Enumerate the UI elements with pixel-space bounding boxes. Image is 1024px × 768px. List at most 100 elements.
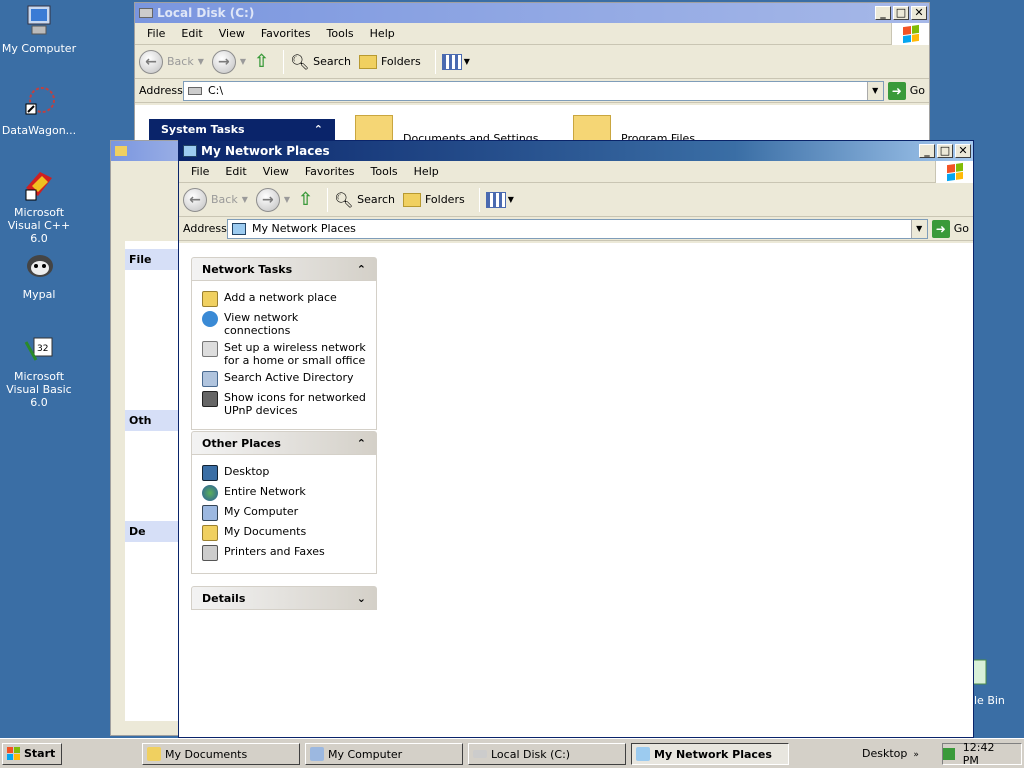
close-button[interactable]: ✕ (911, 6, 927, 20)
maximize-button[interactable]: □ (893, 6, 909, 20)
menu-view[interactable]: View (255, 165, 297, 178)
collapse-chevron-icon[interactable]: ⌃ (357, 263, 366, 276)
address-label: Address (183, 222, 227, 235)
menu-edit[interactable]: Edit (173, 27, 210, 40)
details-header[interactable]: Details ⌄ (191, 586, 377, 610)
taskbar-button-local-disk[interactable]: Local Disk (C:) (468, 743, 626, 765)
forward-arrow-icon: → (211, 49, 236, 74)
address-dropdown-button[interactable]: ▼ (910, 219, 927, 238)
my-network-places-window[interactable]: My Network Places _ □ ✕ File Edit View F… (178, 140, 974, 738)
start-label: Start (24, 747, 56, 760)
maximize-button[interactable]: □ (937, 144, 953, 158)
network-tasks-header[interactable]: Network Tasks ⌃ (191, 257, 377, 281)
toolbar-separator (434, 49, 436, 74)
desktop-icon-visual-cpp[interactable]: Microsoft Visual C++ 6.0 (0, 168, 78, 245)
views-button[interactable]: ▼ (485, 191, 514, 208)
desktop-icon-label: Microsoft Visual C++ 6.0 (7, 206, 71, 245)
go-label: Go (909, 84, 925, 97)
taskbar-button-my-network-places[interactable]: My Network Places (631, 743, 789, 765)
clock[interactable]: 12:42 PM (963, 741, 1013, 767)
place-my-documents[interactable]: My Documents (202, 525, 366, 541)
task-setup-wireless[interactable]: Set up a wireless network for a home or … (202, 341, 366, 367)
minimize-button[interactable]: _ (919, 144, 935, 158)
go-button[interactable]: ➜ Go (931, 219, 969, 238)
task-show-upnp-icons[interactable]: Show icons for networked UPnP devices (202, 391, 366, 417)
system-tasks-header[interactable]: System Tasks ⌃ (149, 119, 335, 141)
back-label: Back (211, 193, 238, 206)
desktop-toolbar[interactable]: Desktop » (862, 747, 919, 760)
folder-icon (147, 747, 161, 761)
back-button[interactable]: ← Back ▼ (139, 49, 204, 74)
back-label: Back (167, 55, 194, 68)
views-button[interactable]: ▼ (441, 53, 470, 70)
taskbar-button-my-documents[interactable]: My Documents (142, 743, 300, 765)
computer-icon (310, 747, 324, 761)
place-label: My Documents (224, 525, 307, 538)
system-tasks-label: System Tasks (161, 123, 245, 136)
system-tray: 12:42 PM (942, 741, 1022, 767)
address-field[interactable]: My Network Places ▼ (227, 218, 928, 239)
folder-icon (115, 146, 127, 156)
go-button[interactable]: ➜ Go (887, 81, 925, 100)
place-desktop[interactable]: Desktop (202, 465, 366, 481)
place-entire-network[interactable]: Entire Network (202, 485, 366, 501)
desktop-toolbar-label: Desktop (862, 747, 908, 760)
menu-help[interactable]: Help (362, 27, 403, 40)
place-label: Entire Network (224, 485, 306, 498)
address-value: My Network Places (252, 222, 356, 235)
menu-bar: File Edit View Favorites Tools Help (135, 22, 929, 45)
chevron-right-icon[interactable]: » (913, 750, 919, 760)
content-area: Network Tasks ⌃ Add a network place View … (179, 243, 973, 737)
back-button[interactable]: ← Back ▼ (183, 187, 248, 212)
close-button[interactable]: ✕ (955, 144, 971, 158)
search-icon: 🔍︎ (334, 190, 354, 209)
desktop-icon-my-computer[interactable]: My Computer (0, 4, 78, 55)
forward-button[interactable]: → ▼ (255, 187, 290, 212)
desktop-icon-visual-basic[interactable]: 32 Microsoft Visual Basic 6.0 (0, 332, 78, 409)
printer-icon (202, 545, 218, 561)
desktop-icon-datawagon[interactable]: DataWagon... (0, 86, 78, 137)
tray-app-icon[interactable] (943, 748, 955, 760)
up-button[interactable]: ⇧ (254, 51, 269, 72)
menu-help[interactable]: Help (406, 165, 447, 178)
folder-icon (402, 192, 421, 207)
menu-file[interactable]: File (139, 27, 173, 40)
menu-file[interactable]: File (183, 165, 217, 178)
expand-chevron-icon[interactable]: ⌄ (357, 592, 366, 605)
title-bar[interactable]: Local Disk (C:) _ □ ✕ (135, 3, 929, 23)
start-button[interactable]: Start (2, 742, 63, 765)
minimize-button[interactable]: _ (875, 6, 891, 20)
menu-favorites[interactable]: Favorites (253, 27, 319, 40)
collapse-chevron-icon[interactable]: ⌃ (357, 437, 366, 450)
menu-view[interactable]: View (211, 27, 253, 40)
menu-tools[interactable]: Tools (363, 165, 406, 178)
computer-icon (202, 505, 218, 521)
folders-button[interactable]: Folders (402, 192, 465, 207)
menu-tools[interactable]: Tools (319, 27, 362, 40)
address-dropdown-button[interactable]: ▼ (866, 81, 883, 100)
folders-button[interactable]: Folders (358, 54, 421, 69)
address-field[interactable]: C:\ ▼ (183, 80, 884, 101)
task-view-network-connections[interactable]: View network connections (202, 311, 366, 337)
title-bar[interactable]: My Network Places _ □ ✕ (179, 141, 973, 161)
desktop-icon-mypal[interactable]: Mypal (0, 250, 78, 301)
task-label: Local Disk (C:) (491, 747, 571, 761)
panel-body: Add a network place View network connect… (191, 281, 377, 430)
forward-button[interactable]: → ▼ (211, 49, 246, 74)
place-printers-and-faxes[interactable]: Printers and Faxes (202, 545, 366, 561)
menu-edit[interactable]: Edit (217, 165, 254, 178)
place-my-computer[interactable]: My Computer (202, 505, 366, 521)
menu-favorites[interactable]: Favorites (297, 165, 363, 178)
up-button[interactable]: ⇧ (298, 189, 313, 210)
task-label: View network connections (224, 311, 299, 337)
taskbar: Start My Documents My Computer Local Dis… (0, 738, 1024, 768)
task-search-active-directory[interactable]: Search Active Directory (202, 371, 366, 387)
task-add-network-place[interactable]: Add a network place (202, 291, 366, 307)
go-arrow-icon: ➜ (887, 81, 906, 100)
go-arrow-icon: ➜ (931, 219, 950, 238)
search-button[interactable]: 🔍︎ Search (334, 191, 395, 209)
search-button[interactable]: 🔍︎ Search (290, 53, 351, 71)
menu-bar: File Edit View Favorites Tools Help (179, 160, 973, 183)
other-places-header[interactable]: Other Places ⌃ (191, 431, 377, 455)
taskbar-button-my-computer[interactable]: My Computer (305, 743, 463, 765)
